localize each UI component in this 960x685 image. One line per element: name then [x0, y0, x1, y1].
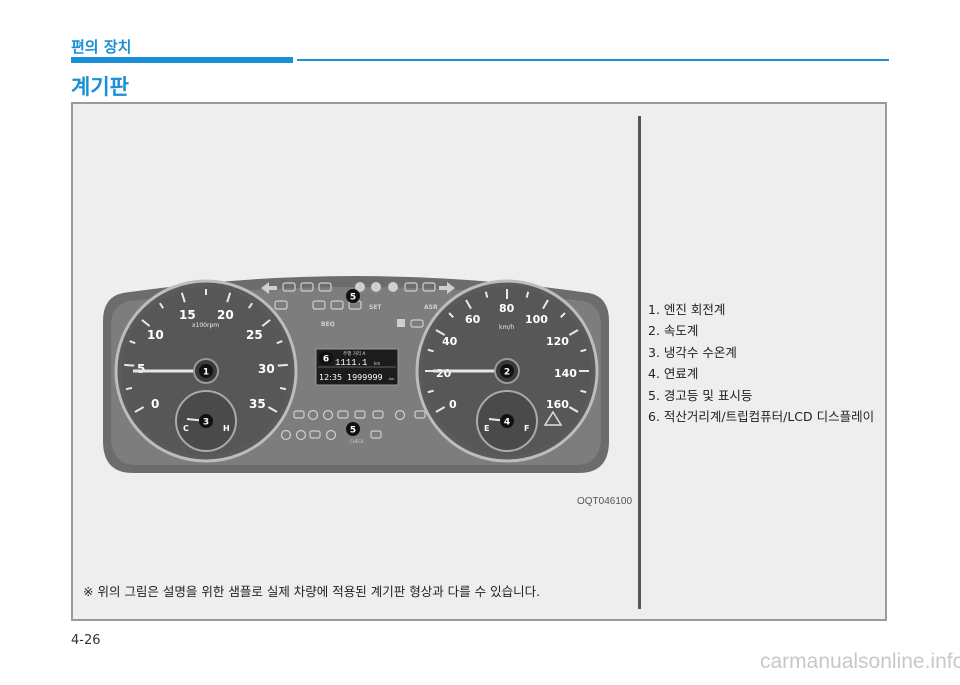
svg-text:5: 5 — [350, 293, 356, 303]
set-indicator-label: SET — [369, 304, 382, 311]
speedo-label-0: 0 — [449, 398, 457, 411]
speedo-label-100: 100 — [525, 313, 548, 326]
fuel-label-e: E — [484, 424, 489, 433]
speedo-label-160: 160 — [546, 398, 569, 411]
tacho-label-35: 35 — [249, 397, 266, 411]
indicator-icon-5 — [371, 282, 381, 292]
tacho-label-0: 0 — [151, 397, 159, 411]
indicator-icon-13 — [397, 319, 405, 327]
lcd-title: 주행 거리 A — [343, 350, 366, 357]
check-indicator-label: CHECK — [350, 439, 364, 444]
legend-item-4: 4. 연료계 — [648, 366, 699, 382]
indicator-icon-6 — [388, 282, 398, 292]
callout-badge-4: 4 — [500, 414, 514, 428]
gauge-tick — [124, 363, 135, 367]
gauge-tick — [125, 386, 133, 391]
tacho-label-10: 10 — [147, 328, 164, 342]
lcd-time: 12:35 — [319, 373, 342, 382]
gauge-tick — [277, 363, 288, 367]
callout-badge-5-bottom: 5 — [346, 422, 360, 436]
svg-text:3: 3 — [203, 418, 209, 428]
legend-item-3: 3. 냉각수 수온계 — [648, 344, 737, 360]
speedo-unit: km/h — [499, 324, 514, 331]
legend-item-2: 2. 속도계 — [648, 323, 699, 339]
svg-text:6: 6 — [323, 355, 329, 365]
callout-badge-5-top: 5 — [346, 289, 360, 303]
tacho-unit: x100rpm — [192, 322, 219, 329]
page-title: 계기판 — [71, 75, 129, 99]
lcd-trip: 1111.1 — [335, 358, 367, 368]
speedo-label-120: 120 — [546, 335, 569, 348]
section-tag: 편의 장치 — [71, 38, 132, 56]
header-rule-thin — [297, 59, 889, 61]
callout-badge-3: 3 — [199, 414, 213, 428]
figure-legend: 1. 엔진 회전계 2. 속도계 3. 냉각수 수온계 4. 연료계 5. 경고… — [648, 299, 874, 427]
lcd-trip-unit: km — [374, 361, 380, 366]
fuel-label-f: F — [524, 424, 529, 433]
tacho-label-30: 30 — [258, 362, 275, 376]
speedo-label-60: 60 — [465, 313, 481, 326]
svg-text:4: 4 — [504, 418, 510, 428]
lcd-odo: 1999999 — [347, 373, 383, 382]
legend-item-6: 6. 적산거리계/트립컴퓨터/LCD 디스플레이 — [648, 409, 875, 425]
temp-label-h: H — [223, 424, 230, 433]
speedo-label-40: 40 — [442, 335, 458, 348]
figure-code: OQT046100 — [577, 496, 633, 507]
header-rule-thick — [71, 57, 293, 63]
svg-text:1: 1 — [203, 368, 209, 378]
asr-indicator-label: ASR — [424, 304, 438, 311]
speedo-label-140: 140 — [554, 367, 577, 380]
instrument-cluster-illustration: 0 5 10 15 20 25 30 35 x100rpm C H 0 20 4… — [103, 276, 609, 473]
temp-label-c: C — [183, 424, 189, 433]
beq-indicator-label: BEQ — [321, 321, 335, 328]
tacho-label-5: 5 — [137, 362, 145, 376]
speedo-label-20: 20 — [436, 367, 452, 380]
page-number: 4-26 — [71, 633, 101, 648]
figure-divider — [638, 116, 641, 609]
svg-text:5: 5 — [350, 426, 356, 436]
tacho-label-15: 15 — [179, 308, 196, 322]
speedo-label-80: 80 — [499, 302, 515, 315]
gauge-tick — [279, 386, 287, 391]
legend-item-5: 5. 경고등 및 표시등 — [648, 387, 753, 403]
callout-badge-6: 6 — [319, 351, 333, 365]
svg-text:2: 2 — [504, 368, 510, 378]
figure-note: ※ 위의 그림은 설명을 위한 샘플로 실제 차량에 적용된 계기판 형상과 다… — [83, 584, 541, 599]
callout-badge-2: 2 — [500, 364, 514, 378]
legend-item-1: 1. 엔진 회전계 — [648, 302, 726, 317]
tacho-label-25: 25 — [246, 328, 263, 342]
watermark: carmanualsonline.info — [760, 650, 960, 673]
lcd-odo-unit: km — [389, 377, 395, 381]
tacho-label-20: 20 — [217, 308, 234, 322]
callout-badge-1: 1 — [199, 364, 213, 378]
